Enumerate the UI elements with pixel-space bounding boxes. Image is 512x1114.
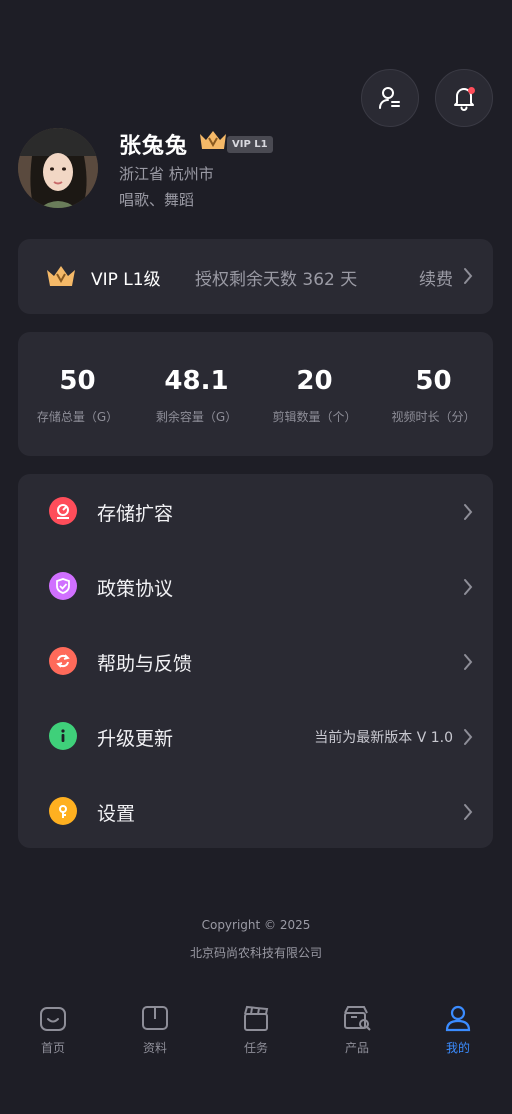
user-hobbies: 唱歌、舞蹈 xyxy=(119,191,195,209)
product-search-icon xyxy=(344,1006,371,1031)
menu-item-settings[interactable]: 设置 xyxy=(18,774,493,849)
crown-icon xyxy=(200,131,226,149)
tab-label: 我的 xyxy=(445,1041,470,1055)
stat-storage-total: 50 存储总量（G） xyxy=(18,332,137,456)
clapper-icon xyxy=(244,1005,269,1031)
tab-products[interactable]: 产品 xyxy=(306,995,408,1065)
version-info: 当前为最新版本 V 1.0 xyxy=(314,730,453,746)
menu-item-upgrade[interactable]: 升级更新 当前为最新版本 V 1.0 xyxy=(18,699,493,774)
menu-label: 升级更新 xyxy=(97,728,174,750)
chevron-right-icon xyxy=(464,654,473,670)
renew-button[interactable]: 续费 xyxy=(419,265,453,290)
user-icon xyxy=(445,1005,471,1032)
refresh-icon xyxy=(49,647,77,675)
vip-level: VIP L1级 xyxy=(91,270,161,290)
chevron-right-icon xyxy=(464,804,473,820)
shield-icon xyxy=(49,572,77,600)
stat-label: 剩余容量（G） xyxy=(155,410,238,424)
vip-remaining-days: 授权剩余天数 362 天 xyxy=(195,270,358,290)
menu-label: 政策协议 xyxy=(97,578,174,600)
tab-home[interactable]: 首页 xyxy=(2,995,104,1065)
menu-item-policy[interactable]: 政策协议 xyxy=(18,549,493,624)
company-name: 北京码尚农科技有限公司 xyxy=(189,946,322,960)
vip-card[interactable]: VIP L1级 授权剩余天数 362 天 续费 xyxy=(18,239,493,314)
stat-label: 存储总量（G） xyxy=(36,410,119,424)
menu-label: 设置 xyxy=(97,803,136,825)
home-icon xyxy=(40,1007,66,1031)
vip-badge: VIP L1 xyxy=(227,136,273,153)
stat-video-duration: 50 视频时长（分） xyxy=(374,332,493,456)
book-icon xyxy=(142,1006,168,1030)
chevron-right-icon xyxy=(464,268,473,284)
stat-value: 20 xyxy=(296,366,333,396)
tab-label: 资料 xyxy=(142,1041,167,1055)
stat-label: 剪辑数量（个） xyxy=(272,410,357,424)
menu-label: 存储扩容 xyxy=(97,503,174,525)
tab-tasks[interactable]: 任务 xyxy=(205,995,307,1065)
menu-item-help-feedback[interactable]: 帮助与反馈 xyxy=(18,624,493,699)
chevron-right-icon xyxy=(464,579,473,595)
stat-value: 50 xyxy=(415,366,452,396)
user-location: 浙江省 杭州市 xyxy=(119,165,214,183)
user-name: 张兔兔 xyxy=(119,134,189,159)
chevron-right-icon xyxy=(464,729,473,745)
storage-icon xyxy=(49,497,77,525)
avatar-image xyxy=(18,128,98,208)
chevron-right-icon xyxy=(464,504,473,520)
tab-label: 任务 xyxy=(243,1041,268,1055)
stat-clip-count: 20 剪辑数量（个） xyxy=(255,332,374,456)
avatar[interactable] xyxy=(18,128,98,208)
tab-mine[interactable]: 我的 xyxy=(407,995,509,1065)
stats-card: 50 存储总量（G） 48.1 剩余容量（G） 20 剪辑数量（个） 50 视频… xyxy=(18,332,493,456)
settings-shield-icon xyxy=(49,797,77,825)
menu-label: 帮助与反馈 xyxy=(97,653,193,675)
info-icon xyxy=(49,722,77,750)
stat-value: 50 xyxy=(59,366,96,396)
stat-storage-remaining: 48.1 剩余容量（G） xyxy=(137,332,256,456)
notification-dot xyxy=(468,87,475,94)
tab-materials[interactable]: 资料 xyxy=(104,995,206,1065)
stat-label: 视频时长（分） xyxy=(391,410,476,424)
copyright-text: Copyright © 2025 xyxy=(201,918,311,932)
notification-button[interactable] xyxy=(435,69,493,127)
bottom-tab-bar: 首页 资料 任务 产品 我的 xyxy=(0,995,512,1075)
menu-item-storage[interactable]: 存储扩容 xyxy=(18,474,493,549)
user-settings-icon xyxy=(379,87,400,109)
tab-label: 产品 xyxy=(344,1041,369,1055)
stat-value: 48.1 xyxy=(164,366,229,396)
crown-icon xyxy=(47,266,75,286)
profile-settings-button[interactable] xyxy=(361,69,419,127)
menu-card: 存储扩容 政策协议 帮助与反馈 升级更新 当前为最新版本 V 1.0 设置 xyxy=(18,474,493,848)
tab-label: 首页 xyxy=(40,1041,65,1055)
